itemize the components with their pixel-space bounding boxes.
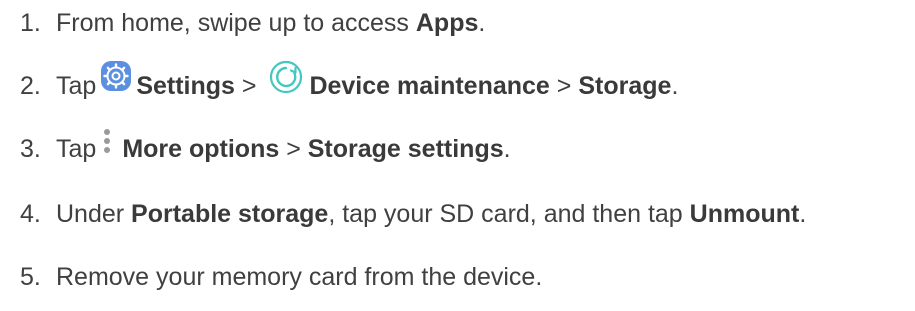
step-3: 3. Tap More options > Storage settings.	[20, 129, 511, 167]
more-options-icon	[102, 127, 112, 157]
storage-settings-label: Storage settings	[307, 135, 504, 163]
step-text: , tap your SD card, and then tap	[328, 200, 690, 228]
unmount-label: Unmount	[689, 200, 800, 228]
tap-text: Tap	[56, 135, 97, 163]
step-punctuation: .	[799, 200, 807, 228]
storage-label: Storage	[578, 72, 672, 100]
step-punctuation: .	[503, 135, 511, 163]
step-text: Remove your memory card from the device.	[56, 263, 543, 291]
instruction-step-list: 1. From home, swipe up to access Apps. 2…	[0, 0, 915, 311]
breadcrumb-separator: >	[549, 72, 579, 100]
step-1: 1. From home, swipe up to access Apps.	[20, 5, 485, 41]
device-maintenance-label: Device maintenance	[309, 72, 550, 100]
step-number: 5.	[20, 263, 41, 291]
breadcrumb-separator: >	[234, 72, 264, 100]
portable-storage-label: Portable storage	[131, 200, 329, 228]
step-number: 4.	[20, 200, 41, 228]
step-number: 1.	[20, 9, 41, 37]
more-options-label: More options	[122, 135, 280, 163]
step-number: 2.	[20, 72, 41, 100]
step-text: From home, swipe up to access	[56, 9, 416, 37]
apps-label: Apps	[415, 9, 479, 37]
step-punctuation: .	[478, 9, 486, 37]
device-maintenance-icon	[269, 60, 303, 94]
step-4: 4. Under Portable storage, tap your SD c…	[20, 196, 806, 232]
step-number: 3.	[20, 135, 41, 163]
settings-gear-icon	[100, 60, 132, 92]
settings-label: Settings	[136, 72, 235, 100]
step-punctuation: .	[671, 72, 679, 100]
step-text: Under	[56, 200, 132, 228]
breadcrumb-separator: >	[279, 135, 308, 163]
step-5: 5. Remove your memory card from the devi…	[20, 259, 542, 295]
tap-text: Tap	[56, 72, 97, 100]
step-2: 2. Tap Settings > Device maintenance > S…	[20, 60, 679, 104]
